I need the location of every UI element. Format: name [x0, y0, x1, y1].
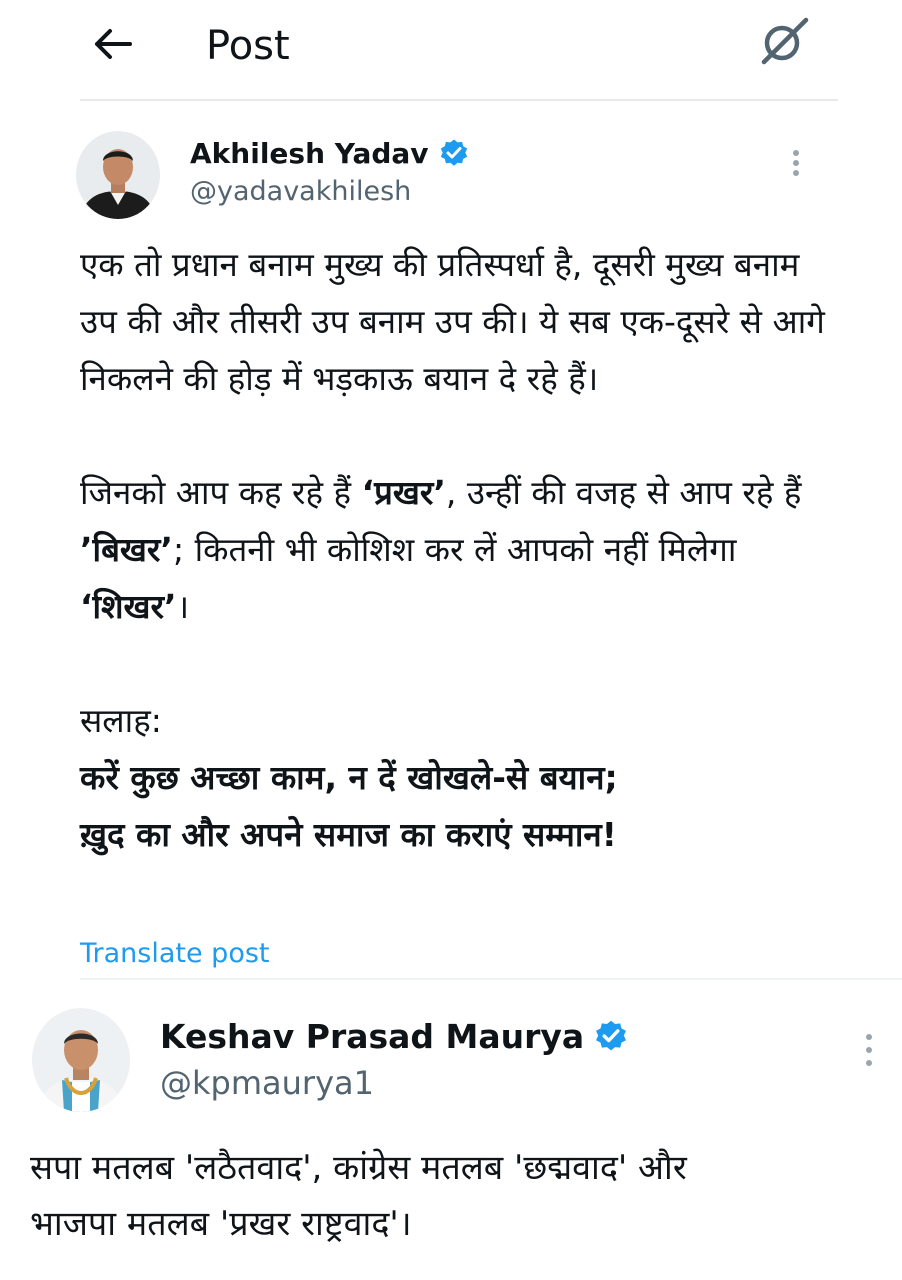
post-line: भाजपा मतलब 'प्रखर राष्ट्रवाद'। [30, 1204, 412, 1244]
text-span: , उन्हीं की वजह से आप रहे हैं [445, 473, 802, 512]
advice-label: सलाह: [80, 701, 162, 740]
verified-badge-icon [594, 1019, 628, 1053]
text-span: जिनको आप कह रहे हैं [80, 473, 362, 512]
author-name[interactable]: Keshav Prasad Maurya [160, 1017, 584, 1056]
more-options-icon[interactable] [791, 150, 801, 176]
text-span: । [176, 587, 190, 626]
verified-badge-icon [439, 138, 469, 168]
translate-post-link[interactable]: Translate post [80, 936, 270, 972]
bold-quote: ’बिखर’ [80, 530, 173, 569]
bold-quote: ‘प्रखर’ [361, 473, 446, 512]
author-name-row: Keshav Prasad Maurya [160, 1012, 628, 1060]
post-line: सपा मतलब 'लठैतवाद', कांग्रेस मतलब 'छद्मव… [30, 1148, 687, 1188]
advice-line: ख़ुद का और अपने समाज का कराएं सम्मान! [80, 815, 617, 854]
author-handle[interactable]: @yadavakhilesh [190, 174, 411, 210]
post-paragraph: एक तो प्रधान बनाम मुख्य की प्रतिस्पर्धा … [80, 245, 825, 398]
header-divider [80, 99, 838, 101]
grok-icon [756, 16, 812, 72]
post-text: एक तो प्रधान बनाम मुख्य की प्रतिस्पर्धा … [80, 236, 840, 863]
post-text: सपा मतलब 'लठैतवाद', कांग्रेस मतलब 'छद्मव… [30, 1140, 902, 1252]
page-title: Post [206, 23, 290, 69]
post-divider [80, 978, 902, 980]
bold-quote: ‘शिखर’ [80, 587, 177, 626]
grok-button[interactable] [752, 14, 816, 74]
advice-line: करें कुछ अच्छा काम, न दें खोखले-से बयान; [80, 758, 618, 797]
post-paragraph: जिनको आप कह रहे हैं ‘प्रखर’, उन्हीं की व… [80, 464, 840, 635]
author-handle[interactable]: @kpmaurya1 [160, 1062, 374, 1104]
arrow-left-icon [92, 27, 132, 65]
author-name[interactable]: Akhilesh Yadav [190, 137, 429, 170]
more-options-icon[interactable] [864, 1034, 874, 1066]
text-span: ; कितनी भी कोशिश कर लें आपको नहीं मिलेगा [172, 530, 737, 569]
avatar[interactable] [32, 1008, 130, 1112]
avatar[interactable] [76, 131, 160, 219]
back-button[interactable] [84, 18, 140, 74]
author-name-row: Akhilesh Yadav [190, 133, 469, 173]
